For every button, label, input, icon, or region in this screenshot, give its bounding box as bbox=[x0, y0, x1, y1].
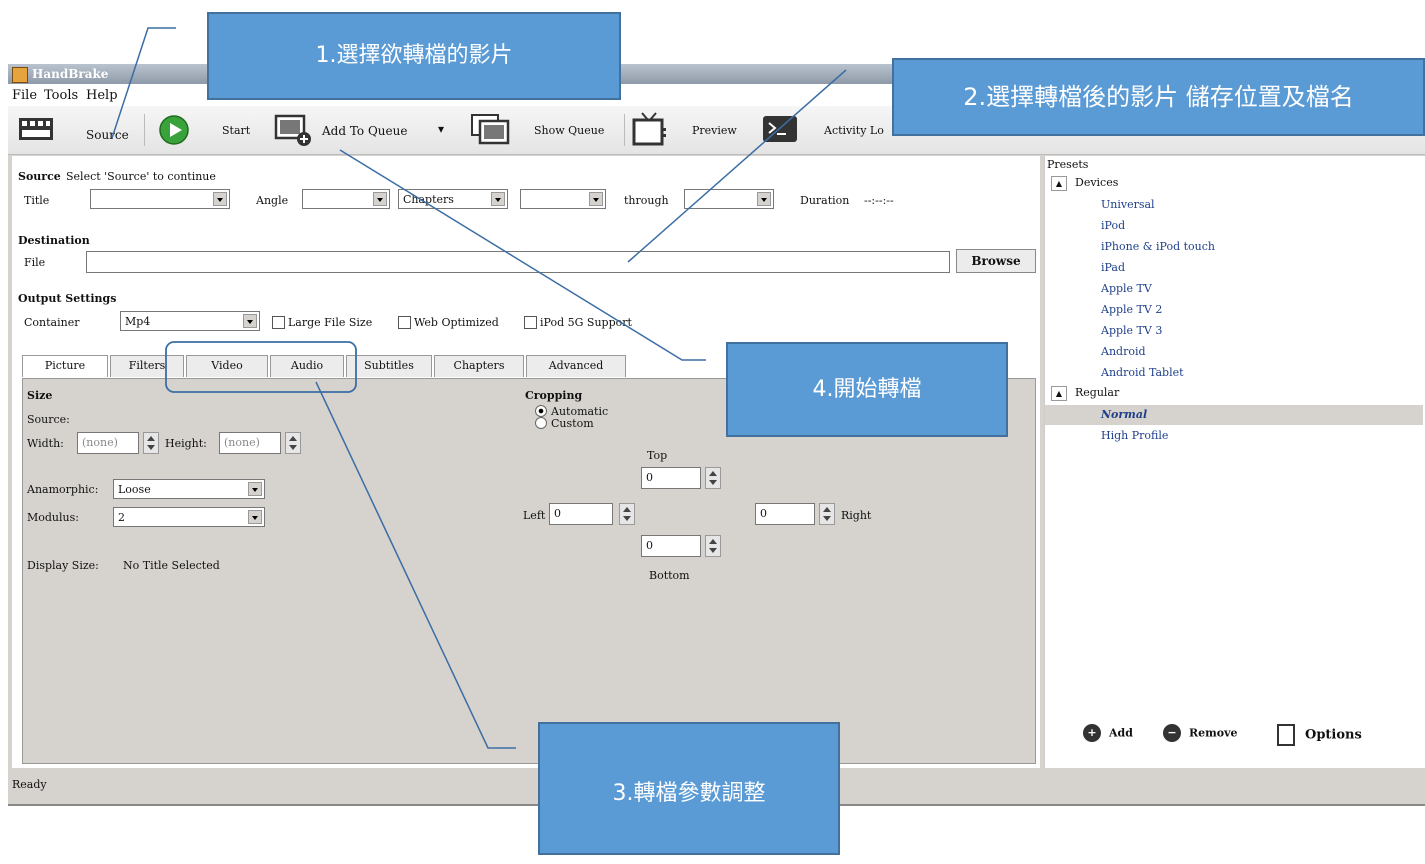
callout-save-location: 2.選擇轉檔後的影片 儲存位置及檔名 bbox=[892, 58, 1425, 136]
callout-select-video: 1.選擇欲轉檔的影片 bbox=[207, 12, 621, 100]
callout-start-convert: 4.開始轉檔 bbox=[726, 342, 1008, 437]
callout-adjust-parameters: 3.轉檔參數調整 bbox=[538, 722, 840, 855]
